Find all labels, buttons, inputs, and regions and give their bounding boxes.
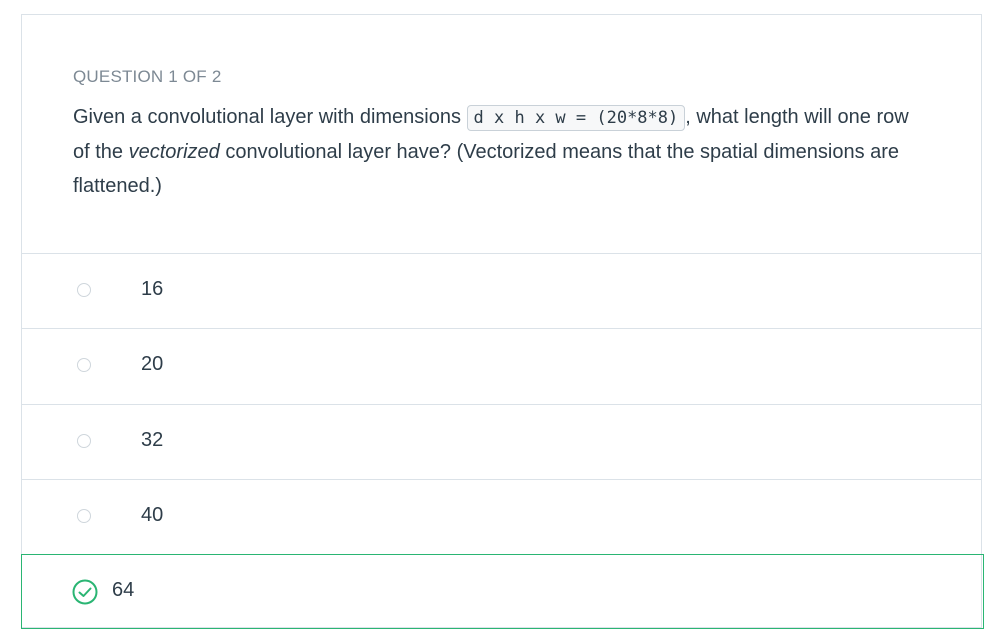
answer-option-32[interactable]: 32 xyxy=(22,404,981,479)
radio-icon[interactable] xyxy=(77,509,91,523)
radio-icon[interactable] xyxy=(77,358,91,372)
answer-option-20[interactable]: 20 xyxy=(22,328,981,403)
option-label: 64 xyxy=(112,579,135,601)
answer-option-40[interactable]: 40 xyxy=(22,479,981,554)
question-text: Given a convolutional layer with dimensi… xyxy=(73,100,923,203)
quiz-card: QUESTION 1 OF 2 Given a convolutional la… xyxy=(21,14,984,629)
radio-icon[interactable] xyxy=(77,434,91,448)
option-label: 32 xyxy=(141,429,164,451)
option-label: 20 xyxy=(141,353,164,375)
question-emphasis: vectorized xyxy=(128,141,220,163)
option-label: 40 xyxy=(141,504,164,526)
answer-option-16[interactable]: 16 xyxy=(22,253,981,328)
answer-option-64-correct[interactable]: 64 xyxy=(21,554,984,629)
option-label: 16 xyxy=(141,278,164,300)
code-snippet: d x h x w = (20*8*8) xyxy=(466,105,686,131)
question-counter: QUESTION 1 OF 2 xyxy=(73,67,222,86)
radio-icon[interactable] xyxy=(77,283,91,297)
check-circle-icon[interactable] xyxy=(72,579,98,605)
question-text-start: Given a convolutional layer with dimensi… xyxy=(73,106,467,128)
